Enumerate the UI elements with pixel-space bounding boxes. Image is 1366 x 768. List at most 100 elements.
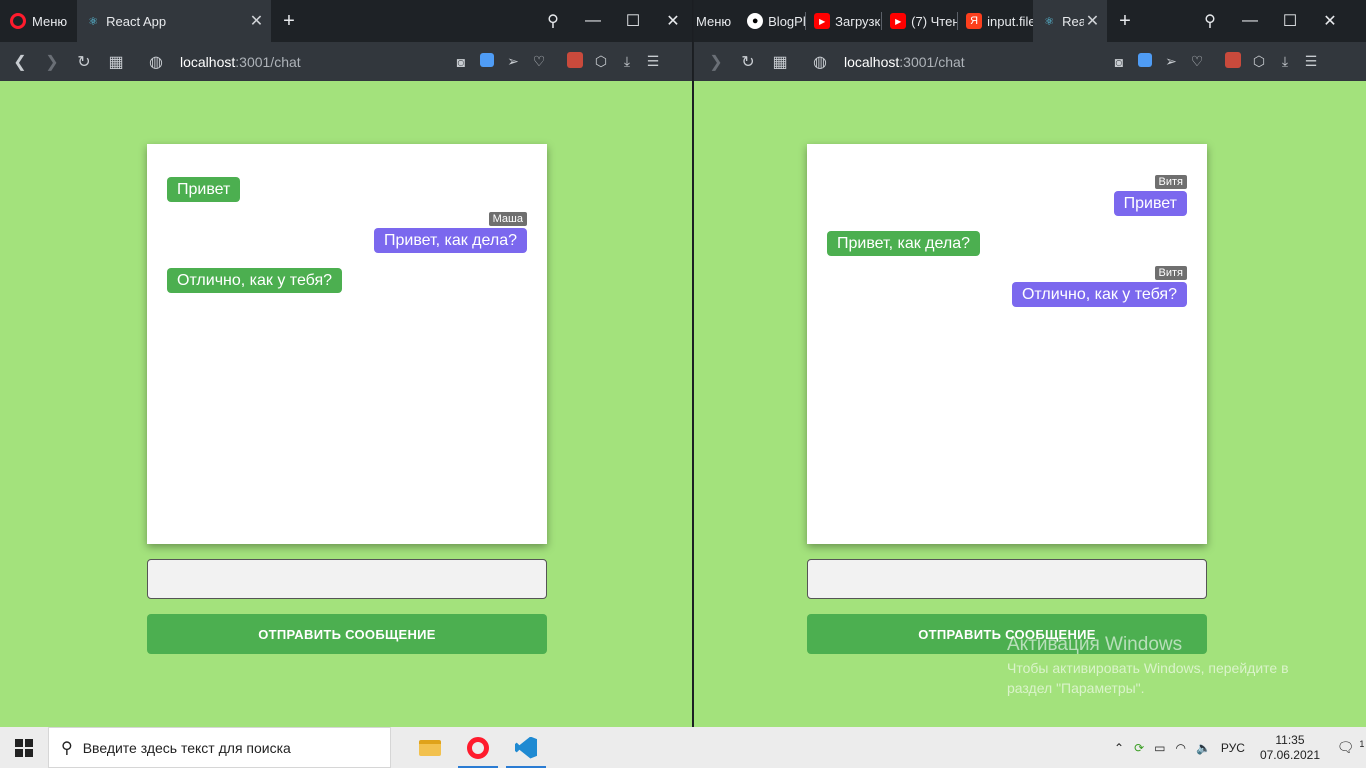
download-icon[interactable]: ⤓ [614, 53, 640, 70]
send-message-button[interactable]: ОТПРАВИТЬ СООБЩЕНИЕ [147, 614, 547, 654]
reload-icon[interactable]: ↻ [732, 52, 764, 72]
wifi-icon[interactable]: ◠ [1170, 741, 1190, 755]
send-icon[interactable]: ➢ [1158, 53, 1184, 70]
opera-app[interactable] [454, 727, 502, 768]
maximize-button[interactable]: ☐ [613, 11, 653, 31]
message: Маша Привет, как дела? [167, 212, 527, 253]
opera-icon [467, 736, 489, 759]
vscode-app[interactable] [502, 727, 550, 768]
tab-title: Загрузка [835, 13, 881, 29]
settings-sliders-icon[interactable]: ☰ [640, 53, 666, 70]
title-bar: Меню ⚛ React App ✕ + ⚲ — ☐ ✕ [0, 0, 692, 42]
chevron-up-icon[interactable]: ⌃ [1109, 741, 1129, 755]
message-author: Витя [1154, 175, 1187, 189]
close-window-button[interactable]: ✕ [1310, 11, 1350, 31]
file-explorer-app[interactable] [406, 727, 454, 768]
minimize-button[interactable]: — [1230, 12, 1270, 30]
new-tab-button[interactable]: + [271, 10, 307, 33]
forward-icon[interactable]: ❯ [36, 52, 68, 72]
react-icon: ⚛ [1044, 15, 1055, 28]
youtube-icon: ▶ [890, 13, 907, 29]
volume-icon[interactable]: 🔈 [1191, 741, 1216, 755]
language-indicator[interactable]: РУС [1216, 741, 1250, 755]
message-text: Отлично, как у тебя? [1011, 282, 1187, 307]
url-path: :3001/chat [899, 53, 965, 70]
message-input[interactable] [147, 559, 547, 599]
url-host: localhost [844, 53, 900, 70]
search-placeholder: Введите здесь текст для поиска [82, 739, 291, 756]
back-icon[interactable]: ❮ [4, 52, 36, 72]
site-info-icon[interactable]: ◍ [804, 52, 836, 72]
vpn-icon[interactable] [474, 53, 500, 70]
forward-icon[interactable]: ❯ [700, 52, 732, 72]
toolbar-icons: ◙ ➢ ♡ ⬡ ⤓ ☰ [448, 42, 666, 81]
toolbar-icons: ◙ ➢ ♡ ⬡ ⤓ ☰ [1106, 42, 1324, 81]
search-tabs-icon[interactable]: ⚲ [1190, 11, 1230, 31]
browser-window-right: Меню ● BlogPlan ▶ Загрузка ▶ (7) Чтен Я … [694, 0, 1366, 727]
maximize-button[interactable]: ☐ [1270, 11, 1310, 31]
reload-icon[interactable]: ↻ [68, 52, 100, 72]
tab-youtube-1[interactable]: ▶ Загрузка [806, 0, 881, 42]
yandex-icon: Я [966, 13, 983, 29]
site-info-icon[interactable]: ◍ [140, 52, 172, 72]
clock-date: 07.06.2021 [1259, 747, 1320, 762]
settings-sliders-icon[interactable]: ☰ [1298, 53, 1324, 70]
tab-title: (7) Чтен [911, 13, 958, 29]
tab-react-app[interactable]: ⚛ React App ✕ [77, 0, 272, 42]
watermark-title: Активация Windows [1007, 634, 1183, 655]
send-icon[interactable]: ➢ [500, 53, 526, 70]
window-controls: ⚲ — ☐ ✕ [1190, 0, 1350, 42]
tab-yandex[interactable]: Я input.file [958, 0, 1033, 42]
desktop: Меню ⚛ React App ✕ + ⚲ — ☐ ✕ ❮ ❯ ↻ ▦ ◍ l… [0, 0, 1366, 768]
clock-time: 11:35 [1275, 732, 1305, 747]
heart-icon[interactable]: ♡ [1184, 53, 1210, 70]
tabs-grid-icon[interactable]: ▦ [764, 52, 796, 72]
battery-icon[interactable]: ▭ [1149, 741, 1170, 755]
chat-window: Привет Маша Привет, как дела? Отлично, к… [147, 144, 547, 544]
close-tab-icon[interactable]: ✕ [1086, 11, 1099, 31]
cube-icon[interactable]: ⬡ [1246, 53, 1272, 70]
tab-blogplan[interactable]: ● BlogPlan [739, 0, 805, 42]
windows-logo-icon [15, 738, 33, 757]
menu-label: Меню [32, 13, 68, 29]
opera-menu-button[interactable]: Меню [0, 0, 77, 42]
youtube-icon: ▶ [814, 13, 831, 29]
notifications-button[interactable]: 🗨 1 [1330, 739, 1366, 757]
taskbar-search[interactable]: ⚲ Введите здесь текст для поиска [48, 727, 391, 768]
extension-icon[interactable] [562, 52, 588, 71]
camera-icon[interactable]: ◙ [1106, 54, 1132, 70]
tab-title: input.file [987, 13, 1034, 29]
camera-icon[interactable]: ◙ [448, 54, 474, 70]
update-icon[interactable]: ⟳ [1129, 741, 1149, 755]
react-icon: ⚛ [88, 15, 99, 28]
address-bar: ❮ ❯ ↻ ▦ ◍ localhost:3001/chat ◙ ➢ ♡ ⬡ ⤓ … [0, 42, 692, 81]
github-icon: ● [747, 13, 764, 29]
window-controls: ⚲ — ☐ ✕ [533, 0, 692, 42]
tabs-grid-icon[interactable]: ▦ [100, 52, 132, 72]
cube-icon[interactable]: ⬡ [588, 53, 614, 70]
search-icon: ⚲ [61, 739, 73, 757]
url-field[interactable]: localhost:3001/chat [844, 54, 965, 70]
tab-youtube-2[interactable]: ▶ (7) Чтен [882, 0, 957, 42]
extension-icon[interactable] [1220, 52, 1246, 71]
heart-icon[interactable]: ♡ [526, 53, 552, 70]
message: Привет, как дела? [827, 231, 1187, 256]
opera-menu-button[interactable]: Меню [694, 0, 739, 42]
chat-window: Витя Привет Привет, как дела? Витя Отлич… [807, 144, 1207, 544]
tab-react-app[interactable]: ⚛ React ✕ [1033, 0, 1108, 42]
notification-count: 1 [1359, 738, 1365, 749]
new-tab-button[interactable]: + [1107, 10, 1143, 33]
message-input[interactable] [807, 559, 1207, 599]
start-button[interactable] [0, 727, 48, 768]
clock[interactable]: 11:35 07.06.2021 [1250, 733, 1330, 763]
message-text: Привет, как дела? [374, 228, 527, 253]
close-tab-icon[interactable]: ✕ [250, 11, 263, 31]
minimize-button[interactable]: — [573, 12, 613, 30]
vpn-icon[interactable] [1132, 53, 1158, 70]
opera-logo-icon [10, 13, 26, 29]
close-window-button[interactable]: ✕ [653, 11, 692, 31]
url-field[interactable]: localhost:3001/chat [180, 54, 301, 70]
search-tabs-icon[interactable]: ⚲ [533, 11, 573, 31]
download-icon[interactable]: ⤓ [1272, 53, 1298, 70]
message-author: Витя [1154, 266, 1187, 280]
